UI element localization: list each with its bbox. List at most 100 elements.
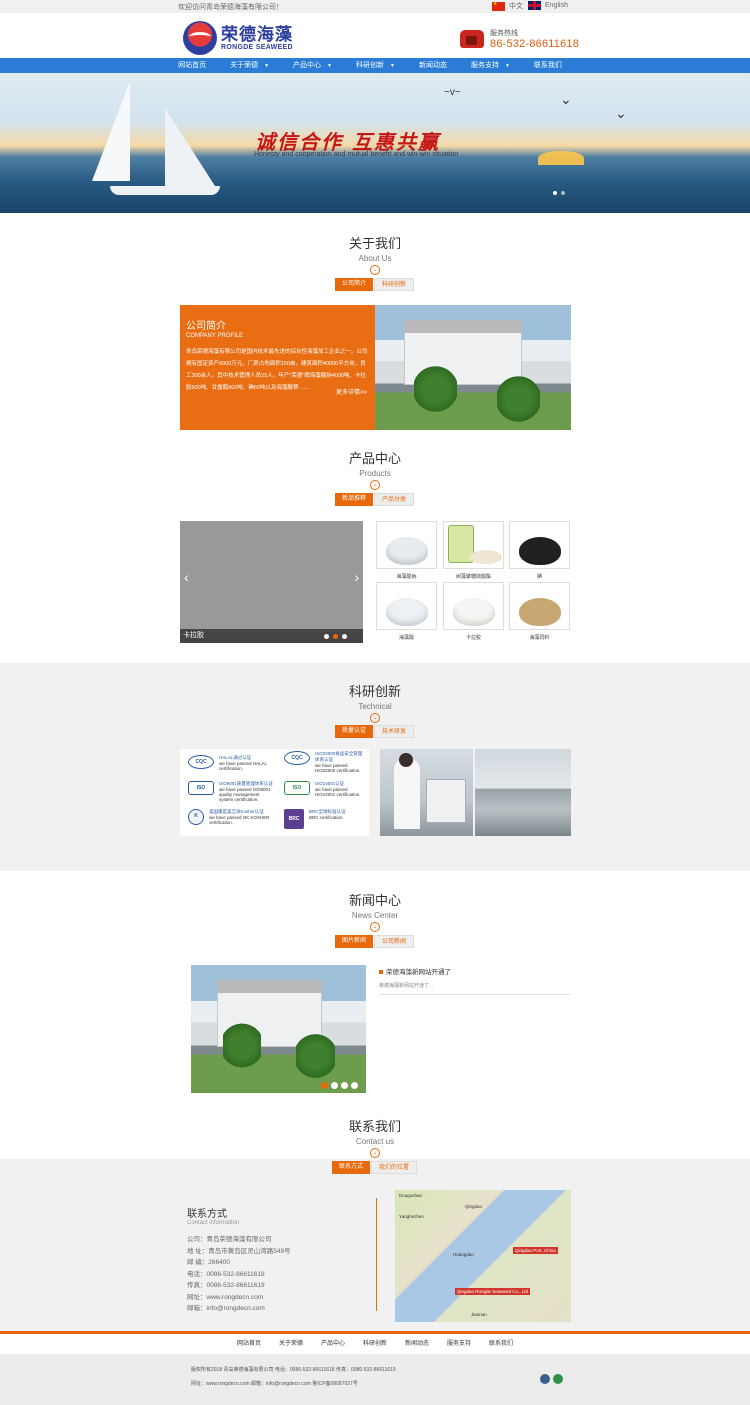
- product-card[interactable]: 卡拉胶: [443, 582, 504, 641]
- nav-item-news[interactable]: 新闻动态: [407, 58, 459, 73]
- hotline-label: 服务热线: [490, 30, 518, 37]
- product-card[interactable]: 海藻饲料: [509, 582, 570, 641]
- logo-mark-icon: [183, 21, 217, 55]
- cert-item: K 美国康是美洁净Kosher认证 we have passed OK KOSHE…: [188, 809, 273, 825]
- nav-item-research[interactable]: 科研创新 ▼: [344, 58, 407, 73]
- footer-nav-contact[interactable]: 联系我们: [480, 1334, 522, 1354]
- contact-company: 公司：青岛荣德海藻有限公司: [187, 1236, 272, 1243]
- slider-pagination[interactable]: [324, 634, 347, 639]
- contact-info: 联系方式 Contact information 公司：青岛荣德海藻有限公司 地…: [187, 1205, 291, 1315]
- cert-item: ISO ISO9001质量管理体系认证 we have passed ISO900…: [188, 781, 273, 802]
- product-slider[interactable]: ‹ › 卡拉胶: [180, 521, 363, 643]
- globe-badge-icon[interactable]: [553, 1374, 563, 1384]
- tab-contact-info[interactable]: 联系方式: [331, 1161, 370, 1174]
- map-marker-port[interactable]: Qingdao Port, China: [513, 1247, 558, 1254]
- sailboat-image: [92, 81, 130, 181]
- chevron-left-icon[interactable]: ‹: [184, 569, 189, 585]
- security-badge-icon[interactable]: [540, 1374, 550, 1384]
- technical-tabs: 质量认证 技术研发: [0, 725, 750, 738]
- news-list: 荣德海藻新网站开通了 荣德海藻新网站开通了...: [379, 966, 571, 995]
- footer-nav-support[interactable]: 服务支持: [438, 1334, 480, 1354]
- chevron-down-icon: ▼: [504, 63, 510, 69]
- lang-en-label: English: [545, 2, 568, 9]
- chevron-down-icon: ⌄: [370, 922, 380, 932]
- chevron-down-icon: ⌄: [370, 1148, 380, 1158]
- footer-nav-news[interactable]: 新闻动态: [396, 1334, 438, 1354]
- chevron-right-icon[interactable]: ›: [354, 569, 359, 585]
- lang-en-link[interactable]: English: [528, 1, 568, 10]
- news-slider-pagination[interactable]: [321, 1082, 358, 1089]
- map-marker-company[interactable]: Qingdao Rongde Seaweed Co., Ltd: [455, 1288, 531, 1295]
- chevron-down-icon: ⌄: [370, 713, 380, 723]
- cert-item: ISO ISO14001认证 we have passed ISO14001 ce…: [284, 781, 366, 797]
- contact-tabs: 联系方式 我们的位置: [0, 1161, 750, 1174]
- main-nav: 网站首页 关于荣德 ▼ 产品中心 ▼ 科研创新 ▼ 新闻动态 服务支持 ▼ 联系我们: [0, 58, 750, 73]
- contact-address: 地 址：青岛市黄岛区灵山湾路549号: [187, 1247, 291, 1255]
- location-map[interactable]: Dougushan Yanghezhen Qingdao Huangdao Qi…: [395, 1190, 571, 1322]
- china-flag-icon: [492, 1, 505, 11]
- more-details-link[interactable]: 更多详情>>: [336, 387, 367, 396]
- nav-item-about[interactable]: 关于荣德 ▼: [218, 58, 281, 73]
- profile-subtitle: COMPANY PROFILE: [186, 333, 244, 339]
- company-profile-box: 公司简介 COMPANY PROFILE 青岛荣德海藻有限公司是国内技术最先进的…: [180, 305, 375, 430]
- certification-panel: CQC HALAL通过认证 we have passed HALAL certif…: [180, 749, 369, 836]
- cert-item: CQC ISO22000食品安全管理体系认证 we have passed ISO…: [284, 751, 366, 773]
- chevron-down-icon: ⌄: [370, 480, 380, 490]
- top-bar: 欢迎访问青岛荣德海藻有限公司！ 中文 English: [0, 0, 750, 13]
- chevron-down-icon: ▼: [327, 63, 332, 69]
- nav-item-support[interactable]: 服务支持 ▼: [459, 58, 522, 73]
- divider: [376, 1198, 377, 1311]
- product-card[interactable]: 海藻酸钠: [376, 521, 437, 580]
- footer-nav-products[interactable]: 产品中心: [312, 1334, 354, 1354]
- footer-nav-research[interactable]: 科研创新: [354, 1334, 396, 1354]
- header: [0, 13, 750, 58]
- logo-name-cn: 荣德海藻: [221, 24, 293, 45]
- factory-photo: [375, 305, 571, 430]
- contact-info-title: 联系方式: [187, 1209, 227, 1220]
- product-card[interactable]: 碘: [509, 521, 570, 580]
- tab-product-categories[interactable]: 产品分类: [374, 493, 415, 506]
- nav-item-contact[interactable]: 联系我们: [522, 58, 574, 73]
- tab-tech-rd[interactable]: 技术研发: [374, 725, 415, 738]
- product-card[interactable]: 树藻聚糖硫酸酯: [443, 521, 504, 580]
- chevron-down-icon: ▼: [264, 63, 270, 69]
- products-tabs: 新品推荐 产品分类: [0, 493, 750, 506]
- product-card[interactable]: 海藻酸: [376, 582, 437, 641]
- nav-item-products[interactable]: 产品中心 ▼: [281, 58, 344, 73]
- tab-quality-cert[interactable]: 质量认证: [334, 725, 373, 738]
- footer-contact-line: 网址：www.rongdecn.com 邮箱：info@rongdecn.com…: [191, 1381, 358, 1387]
- lab-researcher-photo: [380, 749, 473, 836]
- news-item-title[interactable]: 荣德海藻新网站开通了: [379, 966, 571, 976]
- news-tabs: 图片新闻 公司新闻: [0, 935, 750, 948]
- hotline-number: 86-532-86611618: [490, 38, 580, 50]
- products-section-title: 产品中心 Products ⌄: [348, 451, 401, 490]
- footer-copyright: 版权所有2018 青岛荣德海藻有限公司 电话：0086-532-86611618…: [191, 1367, 396, 1373]
- tab-company-profile[interactable]: 公司简介: [334, 278, 373, 291]
- contact-phone: 电话：0086-532-86611618: [187, 1270, 265, 1278]
- footer-nav-home[interactable]: 网站首页: [228, 1334, 270, 1354]
- contact-fax: 传真：0086-532-86611619: [187, 1282, 265, 1289]
- nav-item-home[interactable]: 网站首页: [166, 58, 218, 73]
- tab-company-news[interactable]: 公司新闻: [374, 935, 415, 948]
- tab-new-products[interactable]: 新品推荐: [334, 493, 373, 506]
- logo[interactable]: 荣德海藻 RONGDE SEAWEED: [183, 21, 293, 55]
- profile-title: 公司简介: [186, 321, 226, 332]
- banner-pagination[interactable]: [553, 191, 565, 195]
- tab-research[interactable]: 科研创新: [374, 278, 415, 291]
- contact-email[interactable]: 邮箱：info@rongdecn.com: [187, 1303, 291, 1315]
- chevron-down-icon: ⌄: [370, 265, 380, 275]
- hero-banner[interactable]: ~v~ ⌄ ⌄ 诚信合作 互惠共赢 Honesty and cooperatio…: [0, 73, 750, 213]
- tab-our-location[interactable]: 我们的位置: [371, 1161, 418, 1174]
- footer-nav-about[interactable]: 关于荣德: [270, 1334, 312, 1354]
- technical-section-title: 科研创新 Technical ⌄: [348, 684, 401, 723]
- banner-slogan-en: Honesty and cooperation and mutual benef…: [254, 151, 459, 158]
- cert-item: BRC BRC全球标准认证 BRC certification.: [284, 809, 366, 829]
- tab-photo-news[interactable]: 图片新闻: [334, 935, 373, 948]
- lang-cn-link[interactable]: 中文: [492, 1, 523, 11]
- contact-website[interactable]: 网址：www.rongdecn.com: [187, 1292, 291, 1304]
- contact-section: [0, 1159, 750, 1331]
- news-item-summary: 荣德海藻新网站开通了...: [379, 982, 571, 995]
- logo-name-en: RONGDE SEAWEED: [221, 43, 293, 51]
- news-photo-slider[interactable]: [191, 965, 366, 1093]
- contact-section-title: 联系我们 Contact us ⌄: [348, 1119, 401, 1158]
